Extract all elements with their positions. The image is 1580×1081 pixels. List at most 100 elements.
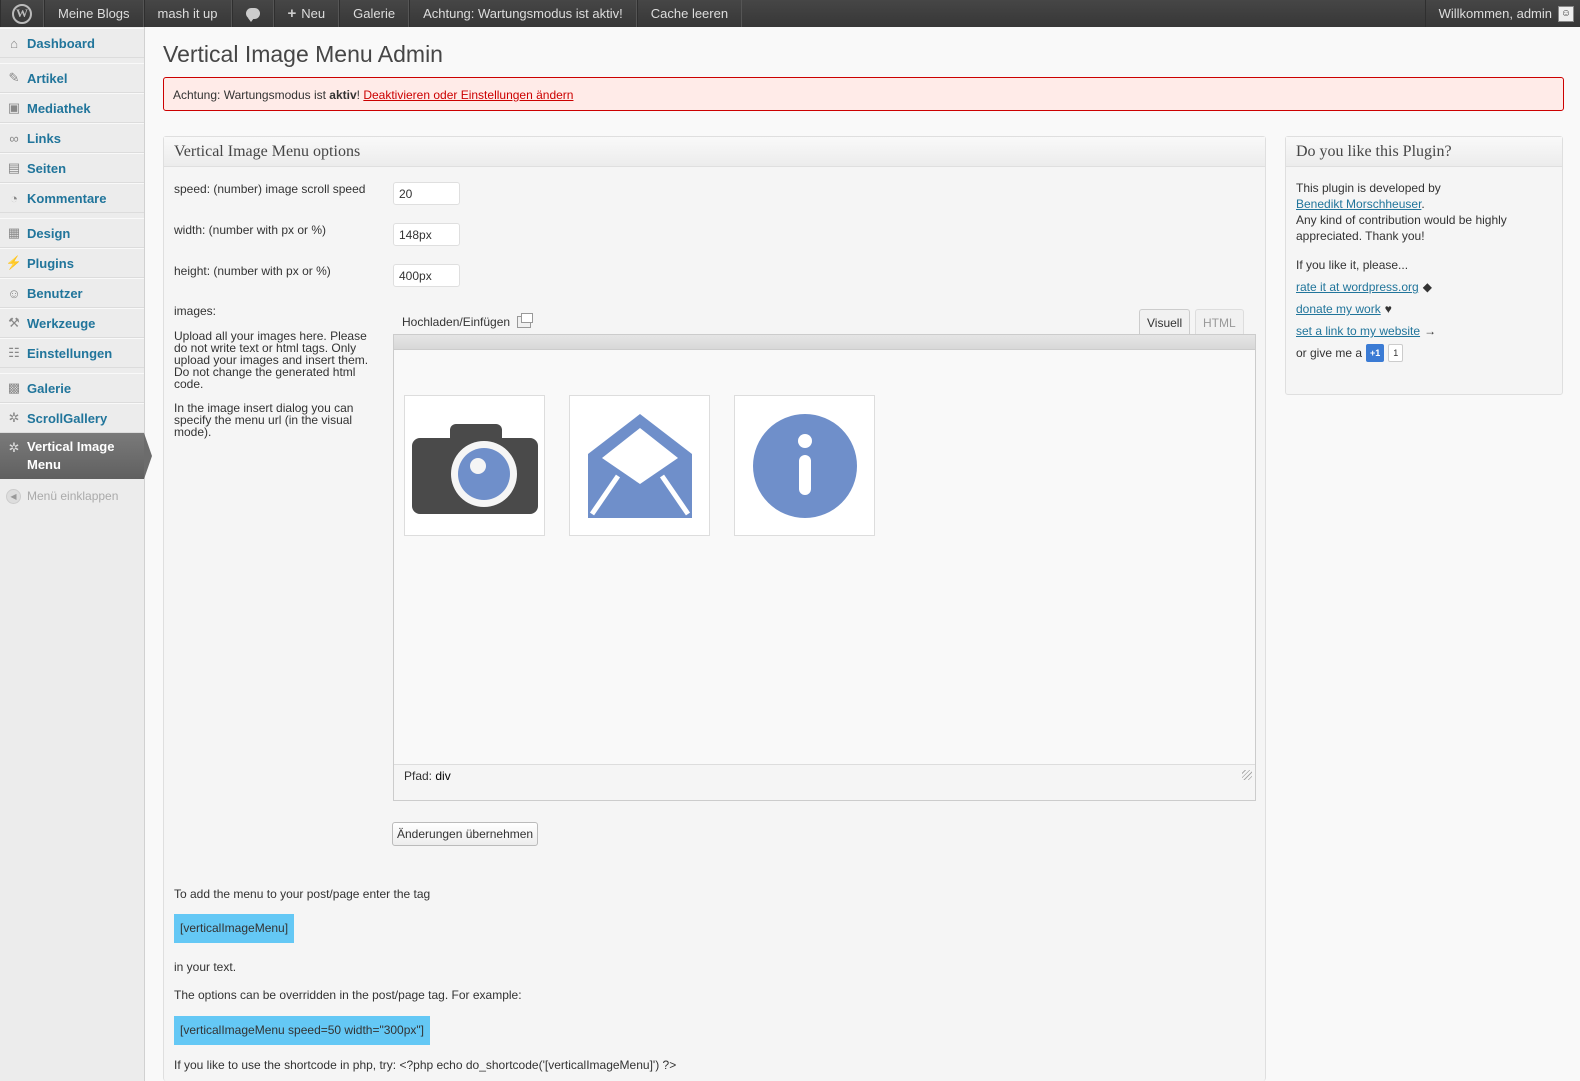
sidebar-item-design[interactable]: ▦ Design [0,218,144,248]
images-desc-2: In the image insert dialog you can speci… [174,401,354,439]
sidebar-item-label: Einstellungen [27,345,113,361]
adminbar-gallery[interactable]: Galerie [339,0,410,27]
upload-insert-button[interactable]: Hochladen/Einfügen [402,313,534,329]
google-plus-button[interactable]: +1 1 [1366,344,1404,362]
heart-icon: ♥ [1384,302,1392,316]
contribution-text: Any kind of contribution would be highly… [1296,213,1507,243]
donate-link[interactable]: donate my work [1296,301,1381,317]
image-thumb-camera[interactable] [404,395,545,536]
sidebar-item-plugins[interactable]: ⚡ Plugins [0,248,144,278]
envelope-icon [587,413,692,518]
path-label: Pfad: [404,769,433,783]
image-thumb-envelope[interactable] [569,395,710,536]
rate-link[interactable]: rate it at wordpress.org [1296,279,1419,295]
adminbar-site-name[interactable]: mash it up [143,0,232,27]
adminbar-my-sites[interactable]: Meine Blogs [44,0,144,27]
height-label: height: (number with px or %) [174,264,331,278]
maintenance-notice: Achtung: Wartungsmodus ist aktiv! Deakti… [163,77,1564,111]
sidebar-item-label: Plugins [27,255,74,271]
plus-icon: + [287,5,297,22]
website-link[interactable]: set a link to my website [1296,323,1420,339]
editor-tabs: Hochladen/Einfügen Visuell HTML [393,309,1256,335]
developer-link[interactable]: Benedikt Morschheuser [1296,197,1421,211]
admin-bar: W Meine Blogs mash it up + Neu Galerie Ac… [0,0,1580,27]
images-label: images: [174,304,217,318]
collapse-menu-label: Menü einklappen [27,489,119,503]
support-heading: Do you like this Plugin? [1286,137,1562,167]
sidebar-item-label: Kommentare [27,190,107,206]
link-icon: ∞ [9,130,19,146]
height-input[interactable] [393,264,460,287]
usage-line-2: in your text. [174,960,237,974]
give-text: or give me a [1296,346,1363,360]
developer-period: . [1421,197,1425,211]
sidebar-item-dashboard[interactable]: ⌂ Dashboard [0,28,144,58]
pin-icon: ✎ [8,70,20,85]
width-input[interactable] [393,223,460,246]
speed-label: speed: (number) image scroll speed [174,182,366,196]
usage-line-1: To add the menu to your post/page enter … [174,887,431,901]
adminbar-clear-cache[interactable]: Cache leeren [636,0,743,27]
welcome-text: Willkommen, admin [1438,6,1552,21]
sidebar-item-label: Mediathek [27,100,91,116]
settings-icon: ☷ [8,345,20,360]
info-icon [752,413,857,518]
shortcode-tag-2: [verticalImageMenu speed=50 width="300px… [174,1016,431,1045]
wordpress-logo-menu[interactable]: W [0,0,44,27]
sidebar-item-label: Benutzer [27,285,83,301]
sidebar-item-benutzer[interactable]: ☺ Benutzer [0,278,144,308]
sidebar-item-label: Artikel [27,70,68,86]
gear-icon: ✲ [8,410,20,425]
gallery-icon: ▩ [7,380,21,395]
admin-sidebar: ⌂ Dashboard ✎ Artikel ▣ Mediathek ∞ Links ▤ S… [0,27,152,1081]
sidebar-item-links[interactable]: ∞ Links [0,123,144,153]
sidebar-item-label: Design [27,225,71,241]
sidebar-item-label: Galerie [27,380,72,396]
editor-content[interactable] [394,350,1255,764]
diamond-icon: ◆ [1422,280,1432,294]
path-value[interactable]: div [435,769,450,783]
sidebar-item-einstellungen[interactable]: ☷ Einstellungen [0,338,144,368]
save-changes-button[interactable]: Änderungen übernehmen [392,822,539,846]
sidebar-item-seiten[interactable]: ▤ Seiten [0,153,144,183]
tab-visual[interactable]: Visuell [1139,309,1191,335]
comment-bubble-icon [245,8,260,22]
width-label: width: (number with px or %) [174,223,327,237]
gear-icon: ✲ [8,440,20,455]
sidebar-item-label: Werkzeuge [27,315,96,331]
sidebar-item-artikel[interactable]: ✎ Artikel [0,63,144,93]
developer-text: This plugin is developed by [1296,181,1441,195]
usage-line-4: If you like to use the shortcode in php,… [174,1058,677,1072]
speed-input[interactable] [393,182,460,205]
sidebar-item-scrollgallery[interactable]: ✲ ScrollGallery [0,403,144,433]
shortcode-tag-1: [verticalImageMenu] [174,914,295,943]
editor-status-bar: Pfad: div [394,764,1255,800]
notice-bold: aktiv [329,88,357,102]
images-description: Upload all your images here. Please do n… [174,330,374,438]
sidebar-item-galerie[interactable]: ▩ Galerie [0,373,144,403]
visual-editor[interactable]: Pfad: div [393,334,1256,801]
adminbar-maintenance[interactable]: Achtung: Wartungsmodus ist aktiv! [409,0,637,27]
notice-text: Achtung: Wartungsmodus ist [173,88,330,102]
comments-icon: ◔ [10,190,18,206]
adminbar-new[interactable]: + Neu [273,0,340,27]
add-media-icon [517,313,534,328]
collapse-menu-button[interactable]: ◀ Menü einklappen [0,481,144,511]
users-icon: ☺ [7,285,21,301]
dashboard-icon: ⌂ [10,35,18,51]
resize-handle[interactable] [1242,770,1252,780]
sidebar-item-vertical-image-menu[interactable]: ✲ Vertical Image Menu [0,433,152,479]
upload-label: Hochladen/Einfügen [402,315,511,329]
adminbar-comments[interactable] [231,0,274,27]
adminbar-account[interactable]: Willkommen, admin ☺ [1424,0,1580,27]
notice-settings-link[interactable]: Deaktivieren oder Einstellungen ändern [363,88,573,102]
page-title: Vertical Image Menu Admin [163,41,443,67]
avatar: ☺ [1558,5,1574,22]
pages-icon: ▤ [7,160,21,175]
images-desc-1: Upload all your images here. Please do n… [174,329,369,391]
sidebar-item-werkzeuge[interactable]: ⚒ Werkzeuge [0,308,144,338]
sidebar-item-mediathek[interactable]: ▣ Mediathek [0,93,144,123]
sidebar-item-kommentare[interactable]: ◔ Kommentare [0,183,144,213]
image-thumb-info[interactable] [734,395,875,536]
tab-html[interactable]: HTML [1195,309,1244,335]
